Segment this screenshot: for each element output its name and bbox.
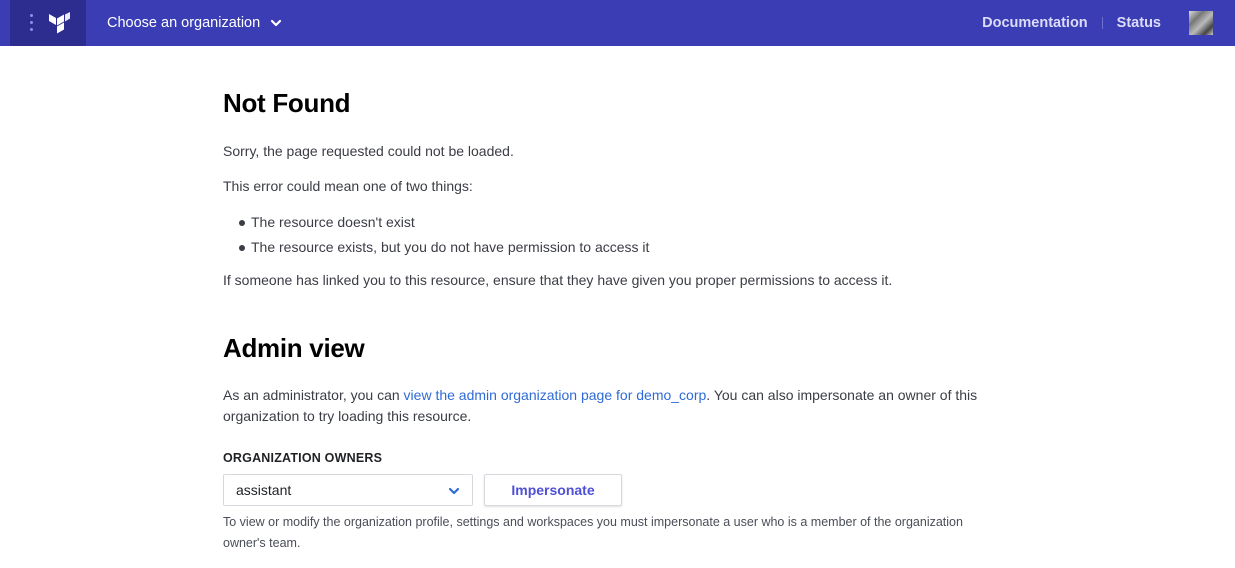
- impersonate-button[interactable]: Impersonate: [484, 474, 622, 506]
- organization-owners-label: ORGANIZATION OWNERS: [223, 451, 383, 465]
- page-title: Not Found: [223, 88, 351, 118]
- status-link[interactable]: Status: [1117, 15, 1161, 31]
- user-avatar[interactable]: [1189, 11, 1213, 35]
- error-intro-text: This error could mean one of two things:: [223, 178, 473, 194]
- impersonate-help-text: To view or modify the organization profi…: [223, 515, 963, 550]
- admin-organization-page-link[interactable]: view the admin organization page for dem…: [404, 387, 707, 403]
- admin-text-before-link: As an administrator, you can: [223, 387, 404, 403]
- list-item: The resource doesn't exist: [223, 210, 649, 235]
- documentation-link[interactable]: Documentation: [982, 15, 1088, 31]
- terraform-logo-icon[interactable]: [47, 12, 71, 36]
- list-item: The resource exists, but you do not have…: [223, 235, 649, 260]
- brand-block: [10, 0, 86, 46]
- nav-divider: [1101, 17, 1103, 29]
- vertical-dots-icon[interactable]: [30, 14, 34, 32]
- selected-owner: assistant: [236, 482, 292, 498]
- top-navigation-bar: Choose an organization Documentation Sta…: [0, 0, 1235, 46]
- organization-owners-select[interactable]: assistant: [223, 474, 473, 506]
- header-right-nav: Documentation Status: [982, 0, 1235, 46]
- chevron-down-icon: [271, 19, 282, 27]
- organization-chooser[interactable]: Choose an organization: [107, 0, 282, 46]
- linked-resource-text: If someone has linked you to this resour…: [223, 272, 893, 288]
- admin-view-title: Admin view: [223, 333, 365, 363]
- sorry-text: Sorry, the page requested could not be l…: [223, 143, 514, 159]
- admin-description: As an administrator, you can view the ad…: [223, 385, 1023, 427]
- reasons-list: The resource doesn't exist The resource …: [223, 210, 649, 260]
- organization-chooser-label: Choose an organization: [107, 15, 261, 31]
- chevron-down-icon: [448, 487, 460, 495]
